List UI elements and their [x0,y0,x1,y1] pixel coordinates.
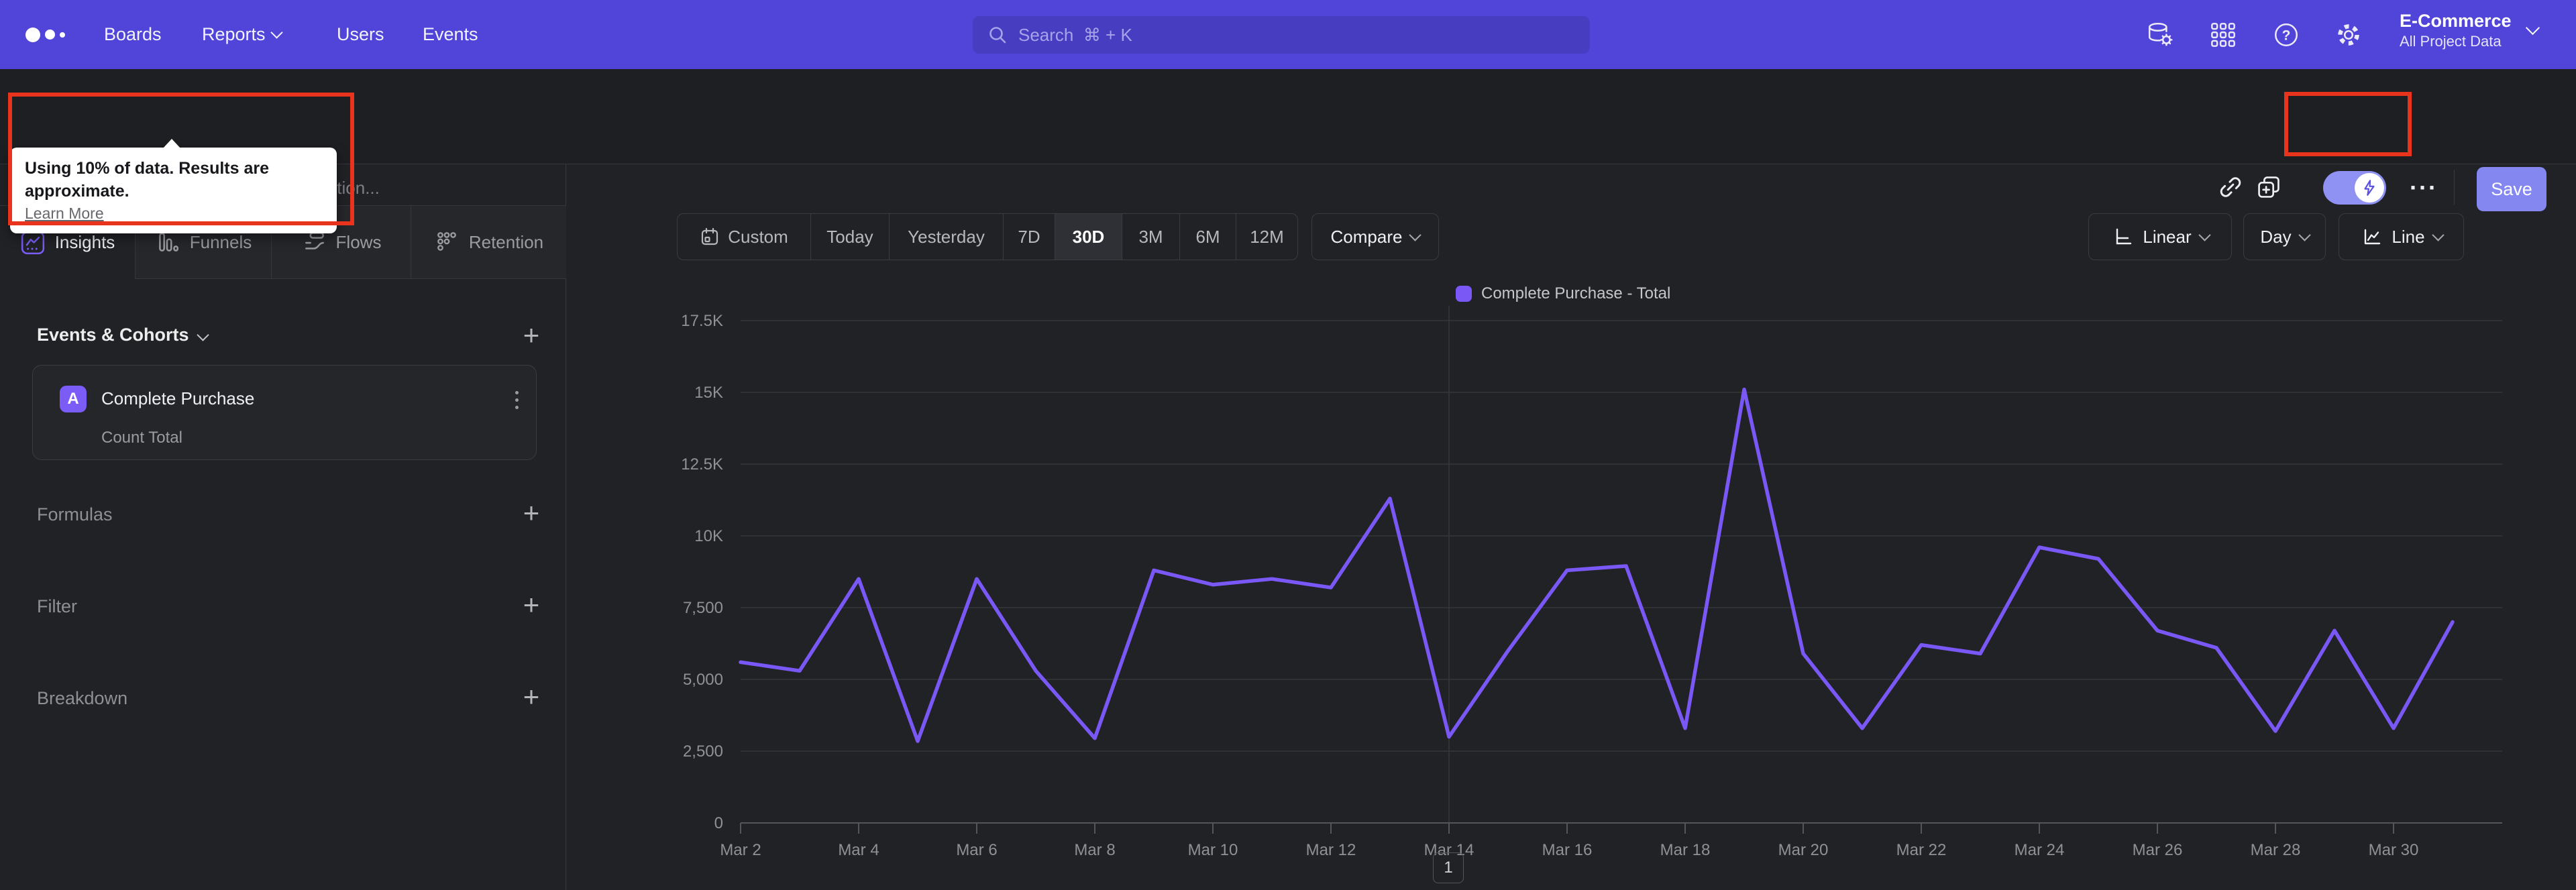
svg-text:Mar 22: Mar 22 [1896,841,1947,859]
page-number-button[interactable]: 1 [1433,852,1464,883]
nav-item-boards[interactable]: Boards [104,0,162,69]
chart-type-dropdown[interactable]: Line [2339,213,2464,260]
scale-dropdown[interactable]: Linear [2088,213,2232,260]
event-options-kebab-icon[interactable] [515,391,519,409]
svg-text:Mar 20: Mar 20 [1778,841,1829,859]
duplicate-icon[interactable] [2253,171,2285,203]
search-input[interactable] [1017,23,1575,46]
compare-dropdown[interactable]: Compare [1311,213,1439,260]
nav-item-users[interactable]: Users [337,0,384,69]
insights-icon [21,231,44,254]
chevron-down-icon [196,329,209,341]
nav-item-events[interactable]: Events [423,0,478,69]
svg-text:Mar 18: Mar 18 [1660,841,1711,859]
add-filter-button[interactable]: + [518,591,545,619]
top-nav: Boards Reports Users Events Search ⌘ + K… [0,0,2576,69]
svg-text:Mar 24: Mar 24 [2015,841,2065,859]
retention-icon [437,232,456,251]
svg-text:Mar 30: Mar 30 [2369,841,2419,859]
linear-scale-icon [2116,228,2132,245]
project-chevron-icon [2525,20,2540,36]
svg-text:Mar 6: Mar 6 [956,841,997,859]
range-12m[interactable]: 12M [1236,214,1297,260]
svg-text:Mar 10: Mar 10 [1188,841,1238,859]
svg-text:Mar 26: Mar 26 [2133,841,2183,859]
event-metric[interactable]: Count Total [101,429,182,447]
search-icon [989,27,1006,44]
svg-text:17.5K: 17.5K [681,312,723,330]
sampling-toggle[interactable] [2323,171,2386,205]
insights-report-screen: Boards Reports Users Events Search ⌘ + K… [0,0,2576,890]
svg-text:2,500: 2,500 [683,742,723,761]
add-formula-button[interactable]: + [518,499,545,527]
add-breakdown-button[interactable]: + [518,683,545,711]
project-scope: All Project Data [2400,33,2502,50]
svg-text:Mar 16: Mar 16 [1542,841,1593,859]
global-search[interactable] [973,16,1590,54]
nav-item-reports[interactable]: Reports [202,0,283,69]
svg-text:Mar 2: Mar 2 [720,841,761,859]
project-name: E-Commerce [2400,11,2512,31]
data-management-icon[interactable] [2147,21,2175,49]
range-3m[interactable]: 3M [1122,214,1179,260]
project-selector[interactable]: E-Commerce All Project Data [2400,9,2512,51]
mixpanel-logo-icon[interactable] [25,0,65,69]
section-filter: Filter [37,596,77,616]
series-letter-badge: A [60,386,87,412]
svg-text:0: 0 [714,814,723,832]
calendar-icon [702,227,718,245]
range-yesterday[interactable]: Yesterday [889,214,1003,260]
chevron-down-icon [270,26,283,39]
annotation-box-toggle [2284,92,2412,156]
svg-text:12.5K: 12.5K [681,455,723,474]
svg-text:10K: 10K [694,527,723,545]
range-30d[interactable]: 30D [1055,214,1122,260]
svg-text:Mar 4: Mar 4 [838,841,879,859]
line-chart-icon [2365,229,2381,245]
svg-text:Mar 8: Mar 8 [1074,841,1115,859]
help-icon[interactable]: ? [2272,21,2300,49]
events-cohorts-header[interactable]: Events & Cohorts [37,325,209,345]
report-title-bar: Untitled Sampled + Add description... [0,69,2576,211]
lightning-bolt-icon [2364,180,2375,196]
svg-text:5,000: 5,000 [683,671,723,689]
range-today[interactable]: Today [810,214,889,260]
add-event-button[interactable]: + [518,321,545,349]
settings-gear-icon[interactable] [2334,21,2363,49]
range-6m[interactable]: 6M [1179,214,1236,260]
toggle-knob [2355,173,2384,203]
apps-grid-icon[interactable] [2209,21,2237,49]
save-button[interactable]: Save [2477,167,2546,211]
divider [2454,170,2455,205]
copy-link-icon[interactable] [2214,171,2247,203]
svg-text:?: ? [2282,27,2291,43]
section-formulas: Formulas [37,504,113,524]
event-card-complete-purchase[interactable]: A Complete Purchase Count Total [32,365,537,460]
svg-text:7,500: 7,500 [683,599,723,617]
tab-retention[interactable]: Retention [411,206,566,279]
section-breakdown: Breakdown [37,688,128,708]
annotation-box-sampled [8,93,354,225]
svg-text:Mar 28: Mar 28 [2251,841,2301,859]
range-custom[interactable]: Custom [678,214,810,260]
range-7d[interactable]: 7D [1003,214,1055,260]
granularity-dropdown[interactable]: Day [2243,213,2326,260]
svg-text:15K: 15K [694,384,723,402]
event-name: Complete Purchase [101,388,255,408]
more-options-button[interactable]: ··· [2410,174,2438,202]
date-range-selector: Custom Today Yesterday 7D 30D 3M 6M 12M [677,213,1298,260]
insights-line-chart[interactable]: 0 2,500 5,000 7,500 10K 12.5K 15K 17.5K Mar 2 Mar… [657,288,2529,885]
svg-text:Mar 12: Mar 12 [1306,841,1356,859]
